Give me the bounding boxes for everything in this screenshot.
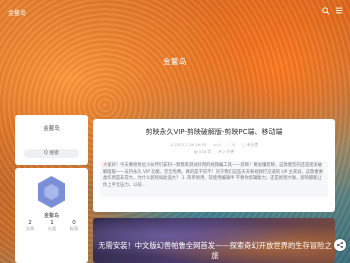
post-card-featured-title[interactable]: 无需安装！中文版幻兽帕鲁全网首发——探索奇幻开放世界的生存冒险之旅 xyxy=(97,241,333,261)
avatar-hexagon[interactable] xyxy=(36,175,67,209)
search-icon[interactable] xyxy=(322,7,330,15)
post-card[interactable]: 剪映永久VIP-剪映破解版-剪映PC端、移动端 ◷ 2023-7-26 16:3… xyxy=(93,119,335,212)
post-likes: ♡ 0 xyxy=(227,142,235,147)
stat-tags[interactable]: 0 标签 xyxy=(63,220,85,232)
sidebar-blog-name[interactable]: 金鳌岛 xyxy=(15,124,88,132)
site-logo[interactable]: 金鳌岛 xyxy=(8,8,26,17)
menu-icon[interactable] xyxy=(335,6,343,15)
post-read-time: ◔ 2 分钟 xyxy=(218,149,235,154)
post-comments: ▭ 0 xyxy=(213,142,221,147)
profile-name: 金鳌岛 xyxy=(43,213,59,219)
sidebar-blog-card: 金鳌岛 Q 搜索 xyxy=(15,115,88,165)
stat-posts-label: 文章 xyxy=(25,226,35,231)
post-meta: ◷ 2023-7-26 16:35 ▭ 0 ♡ 0 ▢ 未分类 ▤ 518 字 … xyxy=(93,141,335,155)
post-date: ◷ 2023-7-26 16:35 xyxy=(169,142,207,147)
post-category[interactable]: ▢ 未分类 xyxy=(242,142,258,147)
sidebar-search-button[interactable]: Q 搜索 xyxy=(24,149,79,158)
hero-title: 金鳌岛 xyxy=(163,57,187,66)
share-icon[interactable] xyxy=(334,239,346,251)
stat-categories[interactable]: 1 分类 xyxy=(41,220,63,232)
post-card-featured[interactable]: 无需安装！中文版幻兽帕鲁全网首发——探索奇幻开放世界的生存冒险之旅 xyxy=(93,218,335,263)
post-title[interactable]: 剪映永久VIP-剪映破解版-剪映PC端、移动端 xyxy=(93,127,335,137)
stat-categories-label: 分类 xyxy=(47,226,57,231)
stat-posts[interactable]: 2 文章 xyxy=(19,220,41,232)
post-words: ▤ 518 字 xyxy=(193,149,212,154)
stat-tags-label: 标签 xyxy=(69,226,79,231)
post-excerpt: 大家好！今天要给各位小伙伴们安利一款我来测试好用的视频编工具——剪映！要说懂剪映… xyxy=(100,161,328,197)
profile-card: 金鳌岛 2 文章 1 分类 0 标签 xyxy=(15,168,88,263)
